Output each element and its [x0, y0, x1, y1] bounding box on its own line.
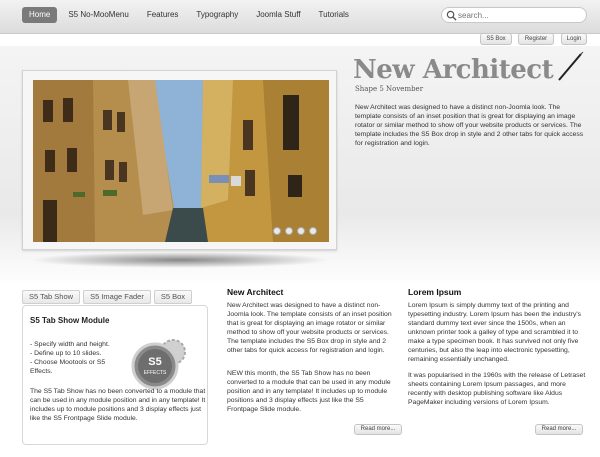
s5-effects-badge: S5 EFFECTS [131, 339, 186, 390]
column-text: NEW this month, the S5 Tab Show has no b… [227, 370, 391, 413]
module-description: The S5 Tab Show has no been converted to… [30, 388, 206, 422]
column-title-new-architect: New Architect [227, 287, 284, 297]
site-logo: New Architect [353, 55, 554, 85]
s5-box-button[interactable]: S5 Box [480, 33, 512, 45]
pen-icon [558, 51, 584, 81]
register-button[interactable]: Register [518, 33, 554, 45]
badge-effects-text: EFFECTS [144, 370, 167, 376]
search-icon[interactable] [446, 10, 457, 21]
nav-item-tutorials[interactable]: Tutorials [312, 7, 356, 23]
column-text: Lorem Ipsum is simply dummy text of the … [408, 302, 582, 363]
slide-dot-3[interactable] [297, 227, 305, 235]
feature-item: - Specify width and height. [30, 341, 110, 348]
module-tabs: S5 Tab Show S5 Image Fader S5 Box [22, 290, 195, 304]
nav-item-joomla-stuff[interactable]: Joomla Stuff [249, 7, 307, 23]
tab-s5-image-fader[interactable]: S5 Image Fader [83, 290, 151, 304]
top-navigation-bar: Home S5 No-MooMenu Features Typography J… [0, 0, 600, 34]
site-subtitle: Shape 5 November [355, 85, 424, 93]
nav-item-typography[interactable]: Typography [189, 7, 245, 23]
image-rotator-frame [22, 70, 337, 250]
search-input[interactable] [458, 9, 582, 21]
login-button[interactable]: Login [561, 33, 587, 45]
slide-dot-1[interactable] [273, 227, 281, 235]
venice-canal-photo [33, 80, 329, 242]
column-text: It was popularised in the 1960s with the… [408, 372, 586, 406]
feature-item: - Choose Mootools or S5 [30, 359, 106, 366]
badge-s5-text: S5 [148, 356, 161, 368]
tab-s5-tab-show[interactable]: S5 Tab Show [22, 290, 81, 304]
main-menu: Home S5 No-MooMenu Features Typography J… [22, 7, 360, 23]
frame-shadow [30, 252, 330, 268]
column-title-lorem-ipsum: Lorem Ipsum [408, 287, 462, 297]
nav-item-home[interactable]: Home [22, 7, 58, 23]
slide-dot-2[interactable] [285, 227, 293, 235]
slide-dot-4[interactable] [309, 227, 317, 235]
intro-text: New Architect was designed to have a dis… [355, 104, 584, 147]
module-title: S5 Tab Show Module [30, 316, 110, 325]
nav-item-features[interactable]: Features [140, 7, 186, 23]
read-more-button[interactable]: Read more... [354, 424, 402, 435]
feature-item: Effects. [30, 368, 53, 375]
nav-item-s5-no-moomenu[interactable]: S5 No-MooMenu [61, 7, 135, 23]
column-text: New Architect was designed to have a dis… [227, 302, 392, 354]
tab-show-panel: S5 Tab Show Module - Specify width and h… [22, 305, 208, 445]
tab-s5-box[interactable]: S5 Box [153, 290, 193, 304]
read-more-button[interactable]: Read more... [535, 424, 583, 435]
search-box [441, 7, 587, 23]
feature-item: - Define up to 10 slides. [30, 350, 102, 357]
